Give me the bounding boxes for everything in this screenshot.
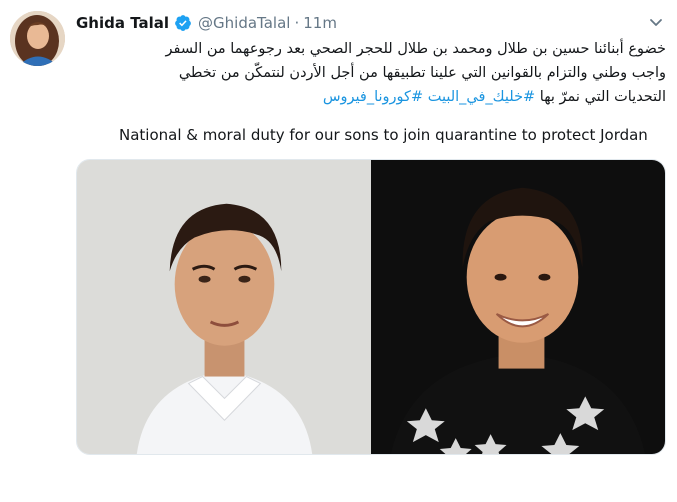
tweet-text-english: National & moral duty for our sons to jo… (119, 126, 648, 144)
verified-badge-icon (174, 14, 192, 32)
portrait-photo-left[interactable] (77, 160, 371, 454)
tweet-text-line-3: التحديات التي نمرّ بها #خليك_في_البيت #ك… (76, 85, 666, 109)
avatar[interactable] (10, 11, 65, 66)
tweet-header: Ghida Talal @GhidaTalal · 11m (76, 12, 337, 34)
portrait-photo-right[interactable] (371, 160, 665, 454)
tweet-text-line-3-text: التحديات التي نمرّ بها (539, 89, 666, 105)
author-handle[interactable]: @GhidaTalal (198, 14, 290, 32)
display-name[interactable]: Ghida Talal (76, 14, 169, 32)
tweet-text-arabic: خضوع أبنائنا حسين بن طلال ومحمد بن طلال … (76, 37, 666, 109)
tweet-timestamp[interactable]: 11m (303, 14, 337, 32)
hashtag-link-corona-virus[interactable]: #كورونا_فيروس (323, 89, 423, 105)
hashtag-link-stay-home[interactable]: #خليك_في_البيت (428, 89, 535, 105)
tweet-media[interactable] (76, 159, 666, 455)
tweet-text-line-2: واجب وطني والتزام بالقوانين التي علينا ت… (178, 65, 666, 81)
separator-dot: · (294, 14, 300, 32)
tweet-text-line-1: خضوع أبنائنا حسين بن طلال ومحمد بن طلال … (165, 41, 666, 57)
chevron-down-icon[interactable] (647, 13, 665, 31)
tweet-card[interactable]: Ghida Talal @GhidaTalal · 11m خضوع أبنائ… (0, 0, 677, 502)
